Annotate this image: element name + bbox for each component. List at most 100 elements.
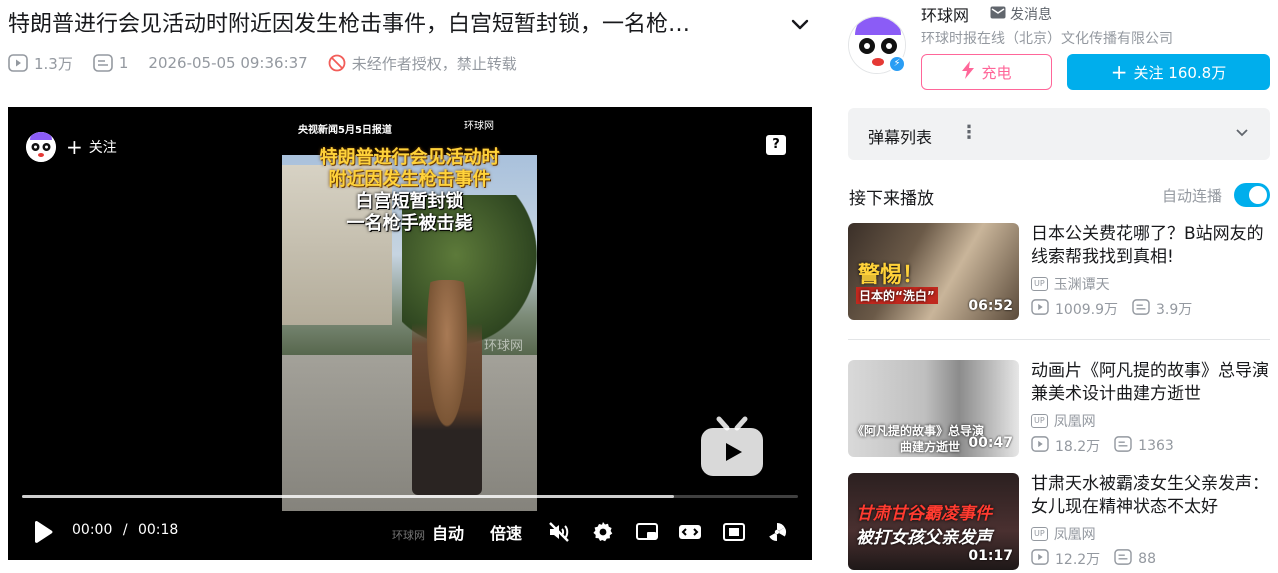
time-total: 00:18 [137, 522, 179, 538]
time-display: 00:00 / 00:18 [72, 522, 178, 538]
video-meta: 1.3万 1 2026-05-05 09:36:37 未经作者授权，禁止转载 [8, 52, 531, 74]
send-message-link[interactable]: 发消息 [990, 4, 1052, 24]
danmaku-list-panel[interactable]: 弹幕列表 ⋮ [848, 108, 1270, 160]
play-count-icon [1031, 299, 1049, 319]
recommend-views: 12.2万 [1055, 552, 1101, 568]
news-source-text: 央视新闻5月5日报道 [298, 125, 392, 136]
road-scene [282, 355, 537, 511]
video-caption: 特朗普进行会见活动时 附近因发生枪击事件 白宫短暂封锁 一名枪手被击毙 [282, 147, 537, 235]
uploader-description: 环球时报在线（北京）文化传播有限公司 [921, 31, 1173, 47]
recommend-uploader-name: 玉渊谭天 [1053, 277, 1110, 293]
recommend-danmaku: 1363 [1138, 438, 1174, 454]
up-badge-icon: UP [1031, 277, 1048, 291]
caption-line-4: 一名枪手被击毙 [346, 213, 473, 234]
speed-button[interactable]: 倍速 [490, 520, 522, 544]
video-duration: 00:47 [968, 435, 1013, 451]
recommend-stats: 12.2万 88 [1031, 549, 1156, 569]
recommend-danmaku: 3.9万 [1156, 302, 1193, 318]
recommend-stats: 18.2万 1363 [1031, 436, 1174, 456]
recommend-card[interactable]: 警惕！ 日本的“洗白” 06:52 日本公关费花哪了？B站网友的线索帮我找到真相… [848, 223, 1270, 323]
player-uploader-avatar[interactable] [26, 132, 56, 162]
running-person [412, 280, 482, 495]
caption-line-1: 特朗普进行会见活动时 [319, 147, 500, 168]
recommend-uploader-name: 凤凰网 [1053, 527, 1096, 543]
follow-button[interactable]: + 关注 160.8万 [1067, 54, 1270, 90]
web-fullscreen-icon[interactable] [722, 520, 746, 544]
danmaku-count-icon [93, 54, 113, 72]
mail-icon [990, 6, 1006, 23]
time-separator: / [122, 522, 128, 538]
toggle-knob [1249, 186, 1267, 204]
play-count-icon [1031, 549, 1049, 569]
danmaku-count-icon [1114, 436, 1132, 456]
recommend-card[interactable]: 甘肃甘谷霸凌事件 被打女孩父亲发声 01:17 甘肃天水被霸凌女生父亲发声：女儿… [848, 473, 1270, 573]
bilibili-tv-icon [699, 415, 765, 479]
no-repost-icon [328, 54, 346, 72]
danmaku-count-icon [1114, 549, 1132, 569]
video-duration: 06:52 [968, 298, 1013, 314]
thumb-text-2: 日本的“洗白” [856, 287, 938, 304]
progress-bar[interactable] [22, 495, 798, 498]
recommend-uploader[interactable]: UP 凤凰网 [1031, 524, 1096, 544]
recommend-title[interactable]: 动画片《阿凡提的故事》总导演兼美术设计曲建方逝世 [1031, 360, 1270, 406]
uploader-name[interactable]: 环球网 [921, 2, 969, 26]
up-badge-icon: UP [1031, 414, 1048, 428]
follow-label: 关注 160.8万 [1133, 63, 1227, 82]
recommend-views: 18.2万 [1055, 439, 1101, 455]
danmaku-count-icon [1132, 299, 1150, 319]
fullscreen-radiation-icon[interactable] [765, 520, 789, 544]
help-button[interactable]: ? [766, 135, 786, 155]
recommend-views: 1009.9万 [1055, 302, 1118, 318]
player-follow-label: 关注 [88, 140, 117, 156]
thumb-text-1: 甘肃甘谷霸凌事件 [856, 504, 992, 524]
danmaku-list-label: 弹幕列表 [868, 128, 933, 147]
player-follow-button[interactable]: + 关注 [66, 137, 117, 157]
progress-fill [22, 495, 674, 498]
send-message-label: 发消息 [1010, 7, 1052, 23]
caption-line-3: 白宫短暂封锁 [355, 191, 464, 212]
video-player[interactable]: 央视新闻5月5日报道 环球网 特朗普进行会见活动时 附近因发生枪击事件 白宫短暂… [8, 107, 812, 560]
recommend-uploader[interactable]: UP 玉渊谭天 [1031, 274, 1110, 294]
danmaku-count: 1 [118, 54, 129, 72]
more-options-icon[interactable]: ⋮ [960, 122, 978, 143]
settings-gear-icon[interactable] [591, 520, 615, 544]
quality-button[interactable]: 自动 [432, 520, 464, 544]
watermark-top: 环球网 [464, 121, 494, 132]
video-duration: 01:17 [968, 548, 1013, 564]
recommend-title[interactable]: 日本公关费花哪了？B站网友的线索帮我找到真相! [1031, 223, 1270, 269]
recommend-uploader-name: 凤凰网 [1053, 414, 1096, 430]
widescreen-icon[interactable] [678, 520, 702, 544]
video-thumbnail[interactable]: 《阿凡提的故事》总导演 曲建方逝世 00:47 [848, 360, 1019, 457]
charge-label: 充电 [981, 63, 1012, 82]
autoplay-toggle[interactable] [1234, 183, 1270, 207]
up-next-heading: 接下来播放 [849, 189, 934, 209]
play-icon[interactable] [32, 520, 54, 544]
recommend-title[interactable]: 甘肃天水被霸凌女生父亲发声：女儿现在精神状态不太好 [1031, 473, 1270, 519]
play-count-icon [8, 54, 28, 72]
recommend-stats: 1009.9万 3.9万 [1031, 299, 1192, 319]
plus-icon: + [66, 135, 83, 159]
play-count-icon [1031, 436, 1049, 456]
time-current: 00:00 [72, 522, 113, 538]
expand-title-chevron-icon[interactable] [788, 12, 812, 36]
video-thumbnail[interactable]: 警惕！ 日本的“洗白” 06:52 [848, 223, 1019, 320]
thumb-text-1: 警惕！ [858, 263, 925, 288]
watermark-mid: 环球网 [484, 339, 524, 354]
mini-player-icon[interactable] [635, 520, 659, 544]
thumb-text-1: 《阿凡提的故事》总导演 [852, 424, 985, 438]
verified-badge-icon: ⚡ [888, 55, 906, 73]
chevron-down-icon[interactable] [1234, 124, 1250, 144]
publish-datetime: 2026-05-05 09:36:37 [148, 54, 308, 72]
up-badge-icon: UP [1031, 527, 1048, 541]
video-thumbnail[interactable]: 甘肃甘谷霸凌事件 被打女孩父亲发声 01:17 [848, 473, 1019, 570]
lightning-icon [961, 61, 975, 83]
charge-button[interactable]: 充电 [921, 54, 1052, 90]
thumb-text-2: 被打女孩父亲发声 [856, 528, 992, 548]
caption-line-2: 附近因发生枪击事件 [328, 169, 491, 190]
recommend-danmaku: 88 [1138, 551, 1156, 567]
view-count: 1.3万 [34, 54, 73, 73]
mute-icon[interactable] [547, 520, 571, 544]
recommend-uploader[interactable]: UP 凤凰网 [1031, 411, 1096, 431]
autoplay-label: 自动连播 [1162, 187, 1223, 205]
recommend-card[interactable]: 《阿凡提的故事》总导演 曲建方逝世 00:47 动画片《阿凡提的故事》总导演兼美… [848, 360, 1270, 460]
